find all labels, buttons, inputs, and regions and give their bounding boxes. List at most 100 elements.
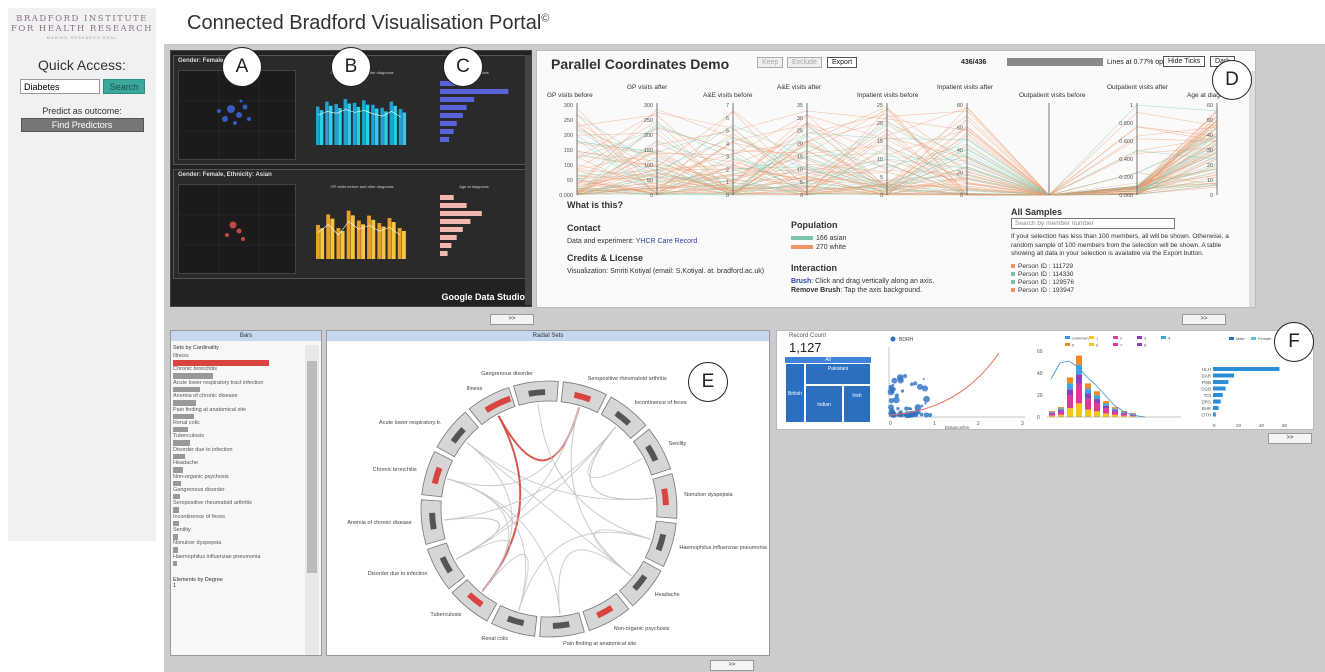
- parallel-more-button[interactable]: >>: [1182, 314, 1226, 325]
- all-samples-heading: All Samples: [1011, 207, 1063, 217]
- stack-legend-label: Unknown: [1072, 336, 1089, 341]
- axis-tick-label: 300: [564, 103, 573, 109]
- age-bar: [440, 113, 463, 118]
- set-item[interactable]: Tuberculosis: [173, 433, 303, 446]
- axis-tick-label: 25: [877, 103, 883, 109]
- axis-tick-label: 30: [797, 116, 803, 122]
- person-id: Person ID : 111729: [1018, 262, 1074, 270]
- scatter-point: [909, 382, 914, 387]
- map-chart[interactable]: [178, 184, 297, 275]
- scatter-chart[interactable]: BDRH 0 1 2 3 Distance/km: [879, 333, 1029, 429]
- label-f: F: [1274, 322, 1314, 362]
- hbar-category: BHK: [1202, 406, 1211, 411]
- set-item-bar: [173, 480, 181, 487]
- set-item[interactable]: Gangrenous disorder: [173, 487, 303, 500]
- contact-link[interactable]: YHCR Care Record: [636, 238, 697, 245]
- person-row[interactable]: Person ID : 129576: [1011, 279, 1237, 287]
- set-item[interactable]: Seropositive rheumatoid arthritis: [173, 500, 303, 513]
- copyright-mark: ©: [541, 12, 550, 25]
- person-row[interactable]: Person ID : 193947: [1011, 287, 1237, 295]
- set-item-bar: [173, 453, 185, 460]
- member-search-input[interactable]: Search by member number: [1011, 218, 1175, 229]
- set-item-bar: [173, 520, 179, 527]
- scatter-point: [891, 377, 898, 384]
- dashboard-more-button[interactable]: >>: [490, 314, 534, 325]
- stack-legend-swatch: [1161, 336, 1166, 339]
- radial-label: Disorder due to infection: [367, 570, 428, 577]
- set-item-bar: [173, 547, 178, 553]
- parallel-plot[interactable]: 300250200150100500.000300250200150100500…: [537, 99, 1249, 209]
- bihr-logo: BRADFORD INSTITUTE FOR HEALTH RESEARCH M…: [8, 8, 156, 40]
- set-item-label: Illness: [173, 353, 189, 359]
- radial-label: Tuberculosis: [430, 611, 462, 618]
- dashboard-scrollbar[interactable]: [525, 55, 531, 305]
- stack-segment: [1085, 388, 1091, 394]
- summary-more-button[interactable]: >>: [1268, 433, 1312, 444]
- set-item-label: Incontinence of feces: [173, 513, 225, 520]
- axis-label: GP visits before: [547, 92, 593, 99]
- hbar-bar: [1213, 373, 1234, 378]
- set-item[interactable]: Non-organic psychosis: [173, 474, 303, 487]
- population-asian: 166 asian: [816, 235, 847, 242]
- set-item[interactable]: Haemophilus influenzae pneumonia: [173, 554, 303, 567]
- sets-scroll-thumb[interactable]: [307, 361, 317, 573]
- set-item-bar: [173, 386, 200, 393]
- stacked-bar-chart[interactable]: 0 20 40 60 Unknown 1 2 3 4 5 6 7 8: [1035, 333, 1185, 429]
- set-item[interactable]: Headache: [173, 460, 303, 473]
- stack-segment: [1049, 413, 1055, 416]
- age-bar: [440, 105, 467, 110]
- find-predictors-button[interactable]: Find Predictors: [20, 118, 144, 132]
- stack-legend-swatch: [1137, 343, 1142, 346]
- scatter-legend-swatch: [890, 336, 896, 342]
- set-item-label: Senility: [173, 527, 191, 534]
- treemap-indian: Indian: [805, 385, 843, 423]
- gp-before-bar: [343, 99, 348, 145]
- axis-tick-label: 25: [797, 129, 803, 135]
- hbar-x-tick: 60: [1282, 423, 1288, 428]
- set-item[interactable]: Acute lower respiratory tract infection: [173, 380, 303, 393]
- hbar-bar: [1213, 393, 1223, 397]
- set-item[interactable]: Disorder due to infection: [173, 447, 303, 460]
- person-row[interactable]: Person ID : 114330: [1011, 271, 1237, 279]
- stack-segment: [1076, 403, 1082, 417]
- logo-tagline: MAKING RESEARCH REAL: [46, 35, 118, 40]
- radial-label: Incontinence of feces: [634, 400, 687, 407]
- parallel-scrollbar[interactable]: [1249, 71, 1255, 307]
- hide-ticks-button[interactable]: Hide Ticks: [1163, 56, 1206, 67]
- set-item-label: Tuberculosis: [173, 433, 204, 440]
- exclude-button[interactable]: Exclude: [787, 57, 822, 68]
- dashboard-row-asian: Gender: Female, Ethnicity: Asian GP visi…: [173, 169, 527, 279]
- gp-before-bar: [380, 107, 384, 145]
- keep-button[interactable]: Keep: [757, 57, 784, 68]
- axis-tick-label: 100: [564, 163, 573, 169]
- set-item[interactable]: Senility: [173, 527, 303, 540]
- set-item[interactable]: Illness: [173, 353, 303, 366]
- set-item[interactable]: Nonulcer dyspepsia: [173, 540, 303, 553]
- set-item[interactable]: Chronic bronchitis: [173, 366, 303, 379]
- set-item[interactable]: Renal colic: [173, 420, 303, 433]
- stack-segment: [1103, 413, 1109, 417]
- stack-y-tick: 20: [1037, 393, 1043, 399]
- radial-more-button[interactable]: >>: [710, 660, 754, 671]
- contact-text: Data and experiment:: [567, 238, 634, 245]
- axis-tick-label: 4: [726, 142, 729, 148]
- axis-label: A&E visits before: [703, 92, 753, 99]
- degree-value: 1: [173, 583, 177, 590]
- set-item[interactable]: Anemia of chronic disease: [173, 393, 303, 406]
- scatter-point: [912, 412, 917, 417]
- quick-access-search-button[interactable]: Search: [103, 79, 145, 94]
- set-item[interactable]: Incontinence of feces: [173, 514, 303, 527]
- axis-tick-label: 0.000: [559, 193, 573, 199]
- set-item-bar: [173, 467, 183, 473]
- label-a: A: [222, 47, 262, 87]
- quick-access-search-input[interactable]: [20, 79, 100, 94]
- person-row[interactable]: Person ID : 111729: [1011, 263, 1237, 271]
- brush-label: Brush: [791, 278, 812, 285]
- set-item-bar: [173, 507, 179, 513]
- scatter-x-tick: 3: [1021, 421, 1024, 427]
- sets-scrollbar[interactable]: [305, 345, 319, 655]
- stack-segment: [1112, 410, 1118, 412]
- treemap[interactable]: All Pakistani British Indian Irish: [785, 357, 871, 423]
- set-item[interactable]: Pain finding at anatomical site: [173, 407, 303, 420]
- export-button[interactable]: Export: [827, 57, 858, 68]
